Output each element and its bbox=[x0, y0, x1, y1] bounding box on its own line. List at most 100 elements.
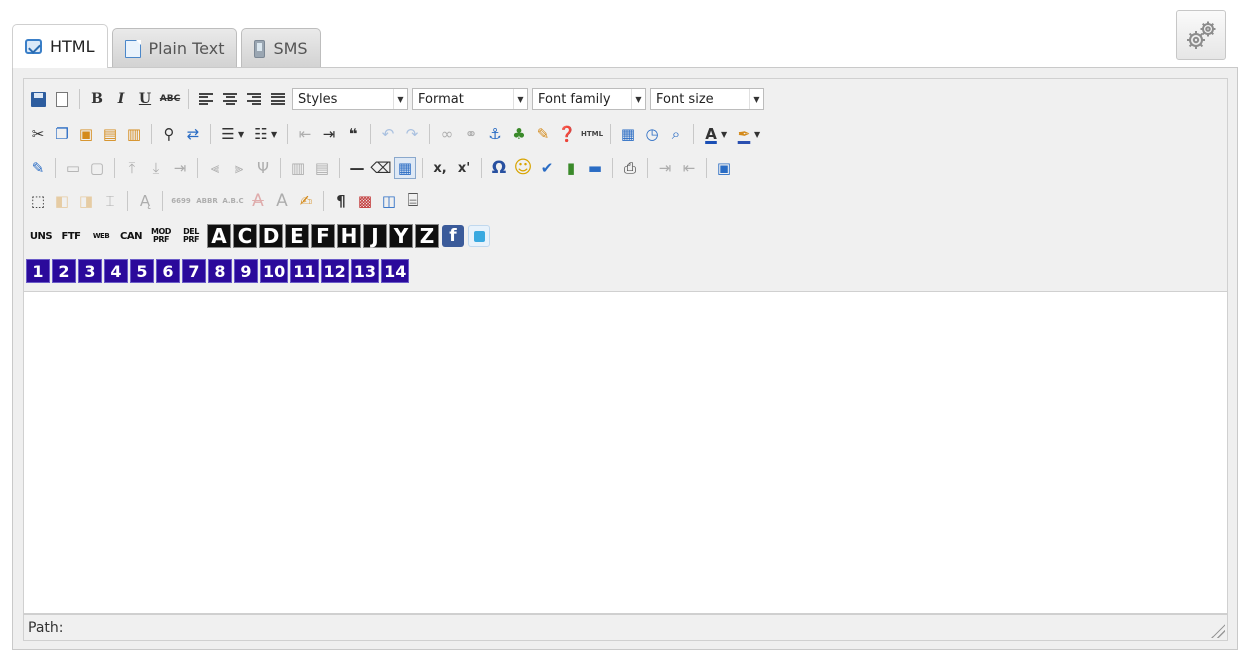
undo-button[interactable]: ↶ bbox=[377, 123, 399, 145]
letter-button-h[interactable]: H bbox=[337, 224, 361, 248]
insert-layer-box-button[interactable]: ⬚ bbox=[27, 190, 49, 212]
delete-col-button[interactable]: Ψ bbox=[252, 157, 274, 179]
nonbreaking-space-button[interactable]: ⌸ bbox=[402, 190, 424, 212]
paste-text-button[interactable]: ▤ bbox=[99, 123, 121, 145]
number-button-8[interactable]: 8 bbox=[208, 259, 232, 283]
number-button-10[interactable]: 10 bbox=[260, 259, 289, 283]
number-button-14[interactable]: 14 bbox=[381, 259, 410, 283]
rtl-button[interactable]: ⇤ bbox=[678, 157, 700, 179]
print-button[interactable]: ⎙ bbox=[619, 157, 641, 179]
del-pref-button[interactable]: DEL PRF bbox=[177, 224, 205, 248]
font-family-select[interactable]: Font family ▼ bbox=[532, 88, 646, 110]
media-button[interactable]: ▮ bbox=[560, 157, 582, 179]
number-button-9[interactable]: 9 bbox=[234, 259, 258, 283]
number-button-2[interactable]: 2 bbox=[52, 259, 76, 283]
bullet-list-dropdown[interactable]: ▼ bbox=[238, 130, 247, 139]
letter-button-y[interactable]: Y bbox=[389, 224, 413, 248]
style-props-button[interactable]: Ą bbox=[134, 190, 156, 212]
align-left-button[interactable] bbox=[195, 88, 217, 110]
web-button[interactable]: WEB bbox=[87, 224, 115, 248]
letter-button-j[interactable]: J bbox=[363, 224, 387, 248]
text-color-button[interactable]: A bbox=[700, 123, 722, 145]
cite-button[interactable]: 6699 bbox=[169, 190, 193, 212]
copy-button[interactable]: ❐ bbox=[51, 123, 73, 145]
superscript-button[interactable]: x' bbox=[453, 157, 475, 179]
help-button[interactable]: ❓ bbox=[556, 123, 578, 145]
twitter-button[interactable] bbox=[468, 225, 490, 247]
save-button[interactable] bbox=[27, 88, 49, 110]
resize-handle-icon[interactable] bbox=[1211, 624, 1225, 638]
number-button-5[interactable]: 5 bbox=[130, 259, 154, 283]
insert-row-before-button[interactable]: ⤒ bbox=[121, 157, 143, 179]
find-button[interactable]: ⚲ bbox=[158, 123, 180, 145]
abbr-button[interactable]: ABBR bbox=[195, 190, 219, 212]
number-button-3[interactable]: 3 bbox=[78, 259, 102, 283]
letter-button-c[interactable]: C bbox=[233, 224, 257, 248]
insert-time-button[interactable]: ◷ bbox=[641, 123, 663, 145]
link-button[interactable]: ∞ bbox=[436, 123, 458, 145]
unlink-button[interactable]: ⚭ bbox=[460, 123, 482, 145]
emoticons-button[interactable]: ☺ bbox=[512, 157, 534, 179]
strikethrough-button[interactable]: ABC bbox=[158, 88, 182, 110]
mod-pref-button[interactable]: MOD PRF bbox=[147, 224, 175, 248]
table-row-props-button[interactable]: ▭ bbox=[62, 157, 84, 179]
tab-plain-text[interactable]: Plain Text bbox=[111, 28, 238, 68]
justify-button[interactable] bbox=[267, 88, 289, 110]
italic-button[interactable]: I bbox=[110, 88, 132, 110]
letter-button-d[interactable]: D bbox=[259, 224, 283, 248]
spellcheck-button[interactable]: ✔ bbox=[536, 157, 558, 179]
visual-aid-button[interactable]: ▦ bbox=[394, 157, 416, 179]
insert-text-button[interactable]: A bbox=[271, 190, 293, 212]
font-size-select[interactable]: Font size ▼ bbox=[650, 88, 764, 110]
image-button[interactable]: ♣ bbox=[508, 123, 530, 145]
letter-button-a[interactable]: A bbox=[207, 224, 231, 248]
number-button-6[interactable]: 6 bbox=[156, 259, 180, 283]
bullet-list-button[interactable]: ☰ bbox=[217, 123, 239, 145]
page-break-button[interactable]: ◫ bbox=[378, 190, 400, 212]
absolute-position-button[interactable]: ⌶ bbox=[99, 190, 121, 212]
number-button-1[interactable]: 1 bbox=[26, 259, 50, 283]
numbered-list-dropdown[interactable]: ▼ bbox=[271, 130, 280, 139]
insert-col-before-button[interactable]: ⫷ bbox=[204, 157, 226, 179]
replace-button[interactable]: ⇄ bbox=[182, 123, 204, 145]
background-color-dropdown[interactable]: ▼ bbox=[754, 130, 763, 139]
settings-button[interactable] bbox=[1176, 10, 1226, 60]
letter-button-e[interactable]: E bbox=[285, 224, 309, 248]
cleanup-button[interactable]: ✎ bbox=[532, 123, 554, 145]
anchor-button[interactable]: ⚓ bbox=[484, 123, 506, 145]
show-blocks-button[interactable]: ¶ bbox=[330, 190, 352, 212]
insert-date-button[interactable]: ▦ bbox=[617, 123, 639, 145]
editor-content-area[interactable] bbox=[23, 291, 1228, 614]
preview-button[interactable]: ⌕ bbox=[665, 123, 687, 145]
paste-button[interactable]: ▣ bbox=[75, 123, 97, 145]
align-center-button[interactable] bbox=[219, 88, 241, 110]
indent-button[interactable]: ⇥ bbox=[318, 123, 340, 145]
table-cell-props-button[interactable]: ▢ bbox=[86, 157, 108, 179]
background-color-button[interactable]: ✒ bbox=[733, 123, 755, 145]
underline-button[interactable]: U bbox=[134, 88, 156, 110]
remove-format-button[interactable]: ⌫ bbox=[370, 157, 392, 179]
can-button[interactable]: CAN bbox=[117, 224, 145, 248]
letter-button-z[interactable]: Z bbox=[415, 224, 439, 248]
special-char-button[interactable]: Ω bbox=[488, 157, 510, 179]
ltr-button[interactable]: ⇥ bbox=[654, 157, 676, 179]
number-button-13[interactable]: 13 bbox=[350, 259, 380, 283]
tab-html[interactable]: HTML bbox=[12, 24, 108, 68]
edit-button[interactable]: ✎ bbox=[27, 157, 49, 179]
acronym-button[interactable]: A.B.C bbox=[221, 190, 245, 212]
letter-button-f[interactable]: F bbox=[311, 224, 335, 248]
template-button[interactable]: ▩ bbox=[354, 190, 376, 212]
redo-button[interactable]: ↷ bbox=[401, 123, 423, 145]
delete-row-button[interactable]: ⇥ bbox=[169, 157, 191, 179]
tab-sms[interactable]: SMS bbox=[241, 28, 321, 68]
new-document-button[interactable] bbox=[51, 88, 73, 110]
horizontal-rule-button[interactable]: — bbox=[346, 157, 368, 179]
insert-layer-button[interactable]: ▬ bbox=[584, 157, 606, 179]
align-right-button[interactable] bbox=[243, 88, 265, 110]
text-color-dropdown[interactable]: ▼ bbox=[721, 130, 730, 139]
ftf-button[interactable]: FTF bbox=[57, 224, 85, 248]
styles-select[interactable]: Styles ▼ bbox=[292, 88, 408, 110]
facebook-button[interactable]: f bbox=[442, 225, 464, 247]
delete-text-button[interactable]: A bbox=[247, 190, 269, 212]
insert-col-after-button[interactable]: ⫸ bbox=[228, 157, 250, 179]
